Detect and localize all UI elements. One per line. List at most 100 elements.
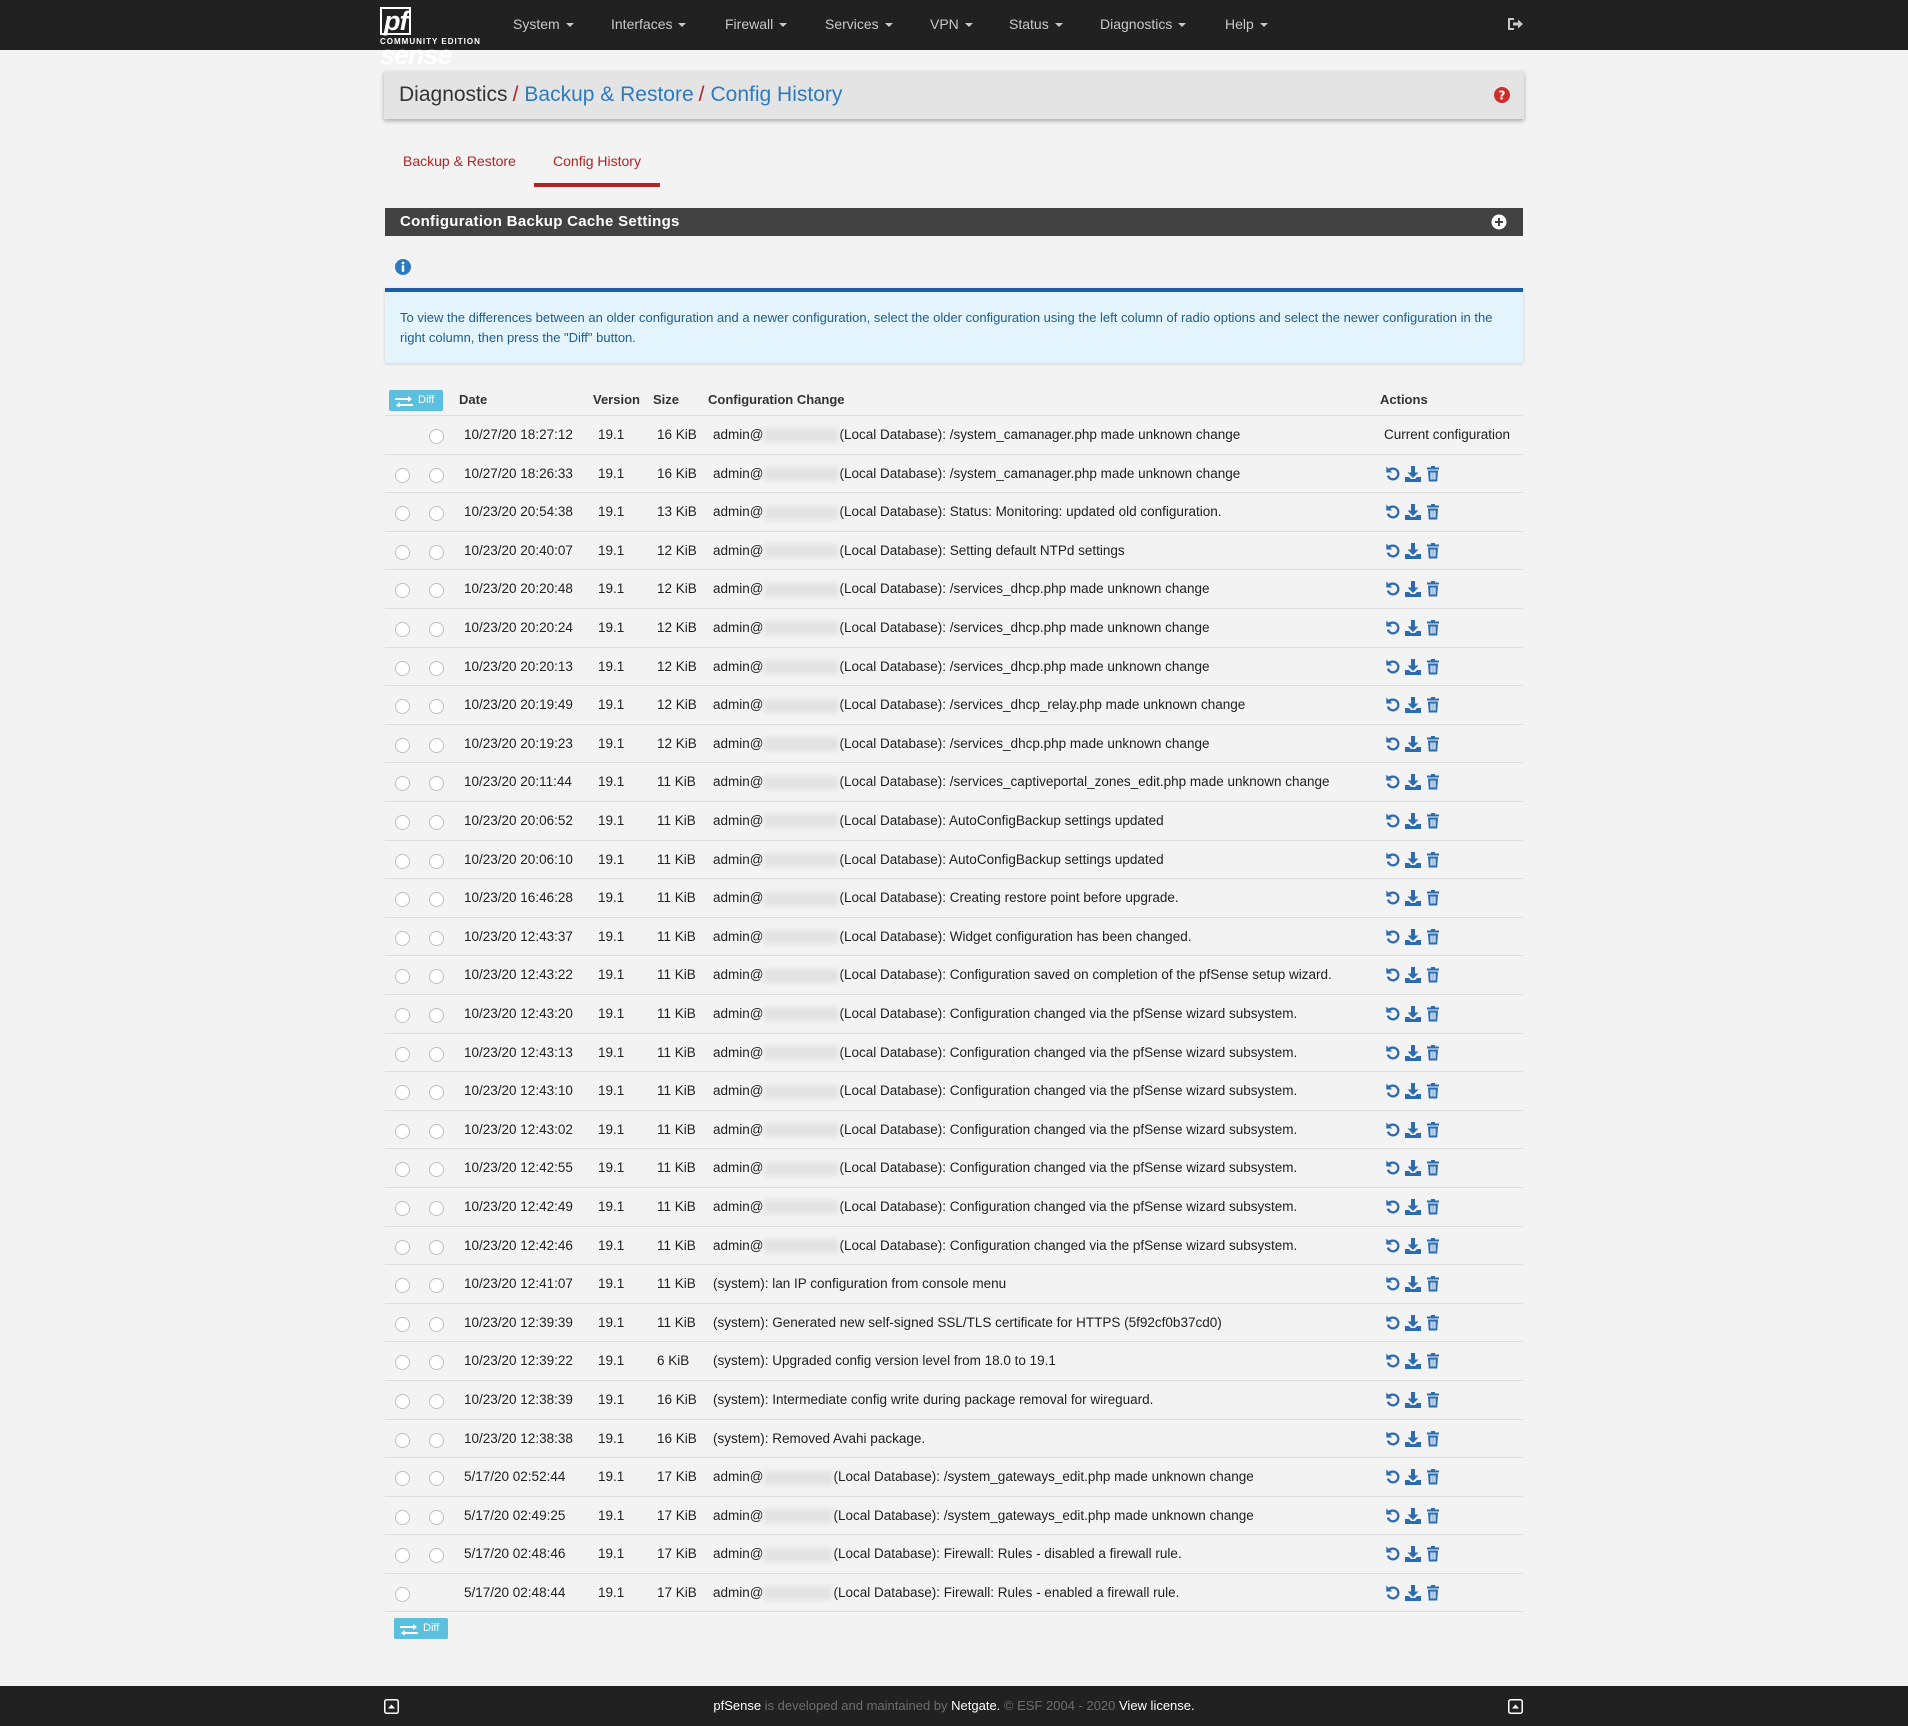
question-circle-icon[interactable]: ?	[1493, 86, 1511, 104]
download-icon[interactable]	[1404, 966, 1422, 984]
newer-config-radio[interactable]	[429, 1201, 444, 1216]
undo-icon[interactable]	[1384, 812, 1402, 830]
diff-button-bottom[interactable]: Diff	[394, 1618, 448, 1639]
trash-icon[interactable]	[1424, 1430, 1442, 1448]
trash-icon[interactable]	[1424, 1082, 1442, 1100]
trash-icon[interactable]	[1424, 1352, 1442, 1370]
download-icon[interactable]	[1404, 580, 1422, 598]
download-icon[interactable]	[1404, 1121, 1422, 1139]
older-config-radio[interactable]	[395, 1509, 410, 1525]
download-icon[interactable]	[1404, 1545, 1422, 1563]
download-icon[interactable]	[1404, 1430, 1422, 1448]
newer-config-radio[interactable]	[429, 1085, 444, 1101]
undo-icon[interactable]	[1384, 1507, 1402, 1525]
breadcrumb-backup-restore[interactable]: Backup & Restore	[524, 83, 693, 106]
trash-icon[interactable]	[1424, 812, 1442, 830]
older-config-radio[interactable]	[395, 1201, 410, 1216]
older-config-radio[interactable]	[395, 467, 410, 483]
newer-config-radio[interactable]	[429, 930, 444, 946]
older-config-radio[interactable]	[395, 1239, 410, 1255]
newer-config-radio[interactable]	[429, 506, 444, 522]
newer-config-radio[interactable]	[429, 1046, 444, 1062]
download-icon[interactable]	[1404, 735, 1422, 753]
newer-config-radio[interactable]	[429, 1394, 444, 1409]
download-icon[interactable]	[1404, 696, 1422, 714]
undo-icon[interactable]	[1384, 889, 1402, 907]
download-icon[interactable]	[1404, 1352, 1422, 1370]
trash-icon[interactable]	[1424, 1314, 1442, 1332]
undo-icon[interactable]	[1384, 851, 1402, 869]
trash-icon[interactable]	[1424, 928, 1442, 946]
nav-diagnostics[interactable]: Diagnostics	[1100, 0, 1187, 50]
older-config-radio[interactable]	[395, 737, 410, 753]
older-config-radio[interactable]	[395, 1432, 410, 1448]
trash-icon[interactable]	[1424, 696, 1442, 714]
plus-circle-icon[interactable]	[1491, 214, 1507, 230]
undo-icon[interactable]	[1384, 1044, 1402, 1062]
trash-icon[interactable]	[1424, 1275, 1442, 1293]
trash-icon[interactable]	[1424, 1468, 1442, 1486]
older-config-radio[interactable]	[395, 1355, 410, 1371]
tab-config-history[interactable]: Config History	[534, 151, 660, 187]
trash-icon[interactable]	[1424, 1237, 1442, 1255]
footer-license-link[interactable]: View license.	[1119, 1698, 1195, 1713]
newer-config-radio[interactable]	[429, 1432, 444, 1448]
footer-netgate-link[interactable]: Netgate.	[951, 1698, 1000, 1713]
newer-config-radio[interactable]	[429, 1162, 444, 1178]
undo-icon[interactable]	[1384, 542, 1402, 560]
newer-config-radio[interactable]	[429, 467, 444, 483]
older-config-radio[interactable]	[395, 1085, 410, 1101]
trash-icon[interactable]	[1424, 1121, 1442, 1139]
newer-config-radio[interactable]	[429, 1548, 444, 1564]
undo-icon[interactable]	[1384, 1159, 1402, 1177]
breadcrumb-config-history[interactable]: Config History	[711, 83, 843, 106]
older-config-radio[interactable]	[395, 1162, 410, 1178]
undo-icon[interactable]	[1384, 1198, 1402, 1216]
undo-icon[interactable]	[1384, 773, 1402, 791]
undo-icon[interactable]	[1384, 1391, 1402, 1409]
newer-config-radio[interactable]	[429, 776, 444, 792]
download-icon[interactable]	[1404, 465, 1422, 483]
trash-icon[interactable]	[1424, 1198, 1442, 1216]
older-config-radio[interactable]	[395, 583, 410, 599]
undo-icon[interactable]	[1384, 966, 1402, 984]
undo-icon[interactable]	[1384, 735, 1402, 753]
older-config-radio[interactable]	[395, 1123, 410, 1139]
download-icon[interactable]	[1404, 851, 1422, 869]
nav-vpn[interactable]: VPN	[930, 0, 973, 50]
undo-icon[interactable]	[1384, 503, 1402, 521]
trash-icon[interactable]	[1424, 465, 1442, 483]
newer-config-radio[interactable]	[429, 622, 444, 637]
download-icon[interactable]	[1404, 503, 1422, 521]
trash-icon[interactable]	[1424, 619, 1442, 637]
undo-icon[interactable]	[1384, 1545, 1402, 1563]
older-config-radio[interactable]	[395, 853, 410, 869]
download-icon[interactable]	[1404, 889, 1422, 907]
undo-icon[interactable]	[1384, 696, 1402, 714]
older-config-radio[interactable]	[395, 506, 410, 522]
download-icon[interactable]	[1404, 619, 1422, 637]
older-config-radio[interactable]	[395, 1046, 410, 1062]
download-icon[interactable]	[1404, 1507, 1422, 1525]
tab-backup-restore[interactable]: Backup & Restore	[403, 151, 516, 187]
undo-icon[interactable]	[1384, 928, 1402, 946]
newer-config-radio[interactable]	[429, 1316, 444, 1332]
diff-button-top[interactable]: Diff	[389, 390, 443, 411]
download-icon[interactable]	[1404, 928, 1422, 946]
pfsense-logo[interactable]: pfsense COMMUNITY EDITION	[380, 4, 484, 70]
undo-icon[interactable]	[1384, 465, 1402, 483]
download-icon[interactable]	[1404, 1314, 1422, 1332]
older-config-radio[interactable]	[395, 660, 410, 676]
undo-icon[interactable]	[1384, 1121, 1402, 1139]
download-icon[interactable]	[1404, 1468, 1422, 1486]
caret-square-up-icon[interactable]	[1508, 1699, 1523, 1714]
newer-config-radio[interactable]	[429, 892, 444, 908]
nav-help[interactable]: Help	[1225, 0, 1268, 50]
older-config-radio[interactable]	[395, 1394, 410, 1409]
trash-icon[interactable]	[1424, 503, 1442, 521]
newer-config-radio[interactable]	[429, 969, 444, 985]
newer-config-radio[interactable]	[429, 583, 444, 599]
trash-icon[interactable]	[1424, 851, 1442, 869]
newer-config-radio[interactable]	[429, 699, 444, 715]
newer-config-radio[interactable]	[429, 1471, 444, 1487]
